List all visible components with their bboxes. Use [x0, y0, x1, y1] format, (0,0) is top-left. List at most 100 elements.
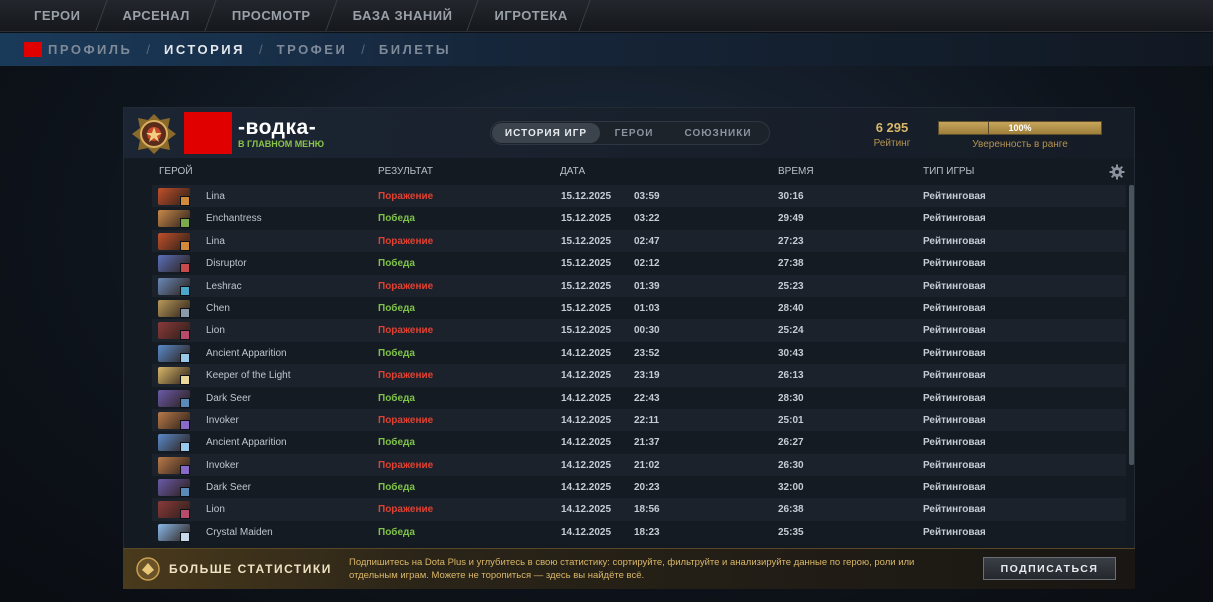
hero-name: Keeper of the Light [206, 370, 291, 382]
hero-role-icon [180, 397, 190, 408]
match-type: Рейтинговая [923, 280, 986, 292]
match-result: Победа [378, 347, 415, 359]
match-date: 14.12.2025 [561, 392, 612, 404]
match-date: 14.12.2025 [561, 504, 612, 516]
table-row[interactable]: Ancient Apparition Победа 14.12.2025 21:37 2… [152, 431, 1126, 454]
tab-allies[interactable]: СОЮЗНИКИ [668, 123, 768, 143]
table-row[interactable]: Chen Победа 15.12.2025 01:03 28:40 Рейтингова… [152, 296, 1126, 320]
match-start-time: 01:39 [634, 280, 660, 292]
table-row[interactable]: Lion Поражение 14.12.2025 18:56 26:38 Рейтинг… [152, 498, 1126, 521]
match-date: 15.12.2025 [561, 235, 612, 247]
match-date: 14.12.2025 [561, 347, 612, 359]
header-duration[interactable]: ВРЕМЯ [778, 166, 814, 177]
table-row[interactable]: Ancient Apparition Победа 14.12.2025 23:52 3… [152, 341, 1126, 365]
match-type: Рейтинговая [923, 392, 986, 404]
header-result[interactable]: РЕЗУЛЬТАТ [378, 166, 433, 177]
table-row[interactable]: Invoker Поражение 14.12.2025 21:02 26:30 Рейт… [152, 453, 1126, 477]
hero-name: Chen [206, 302, 230, 314]
match-type: Рейтинговая [923, 347, 986, 359]
promo-title: БОЛЬШЕ СТАТИСТИКИ [169, 562, 332, 576]
nav-watch[interactable]: ПРОСМОТР [210, 0, 331, 31]
table-row[interactable]: Lina Поражение 15.12.2025 03:59 30:16 Рейтинг… [152, 185, 1126, 208]
match-result: Поражение [378, 235, 434, 247]
subnav-tickets[interactable]: БИЛЕТЫ [379, 42, 451, 57]
hero-name: Invoker [206, 459, 239, 471]
match-start-time: 03:22 [634, 213, 660, 225]
breadcrumb-separator: / [259, 42, 263, 57]
match-type: Рейтинговая [923, 191, 986, 202]
subnav-profile[interactable]: ПРОФИЛЬ [48, 42, 132, 57]
nav-arcade[interactable]: ИГРОТЕКА [472, 0, 587, 31]
nav-heroes[interactable]: ГЕРОИ [0, 0, 101, 31]
tab-match-history[interactable]: ИСТОРИЯ ИГР [492, 123, 600, 143]
match-result: Победа [378, 392, 415, 404]
match-result: Победа [378, 258, 415, 270]
match-history-panel: -водка- В ГЛАВНОМ МЕНЮ ИСТОРИЯ ИГР ГЕРОИ… [123, 107, 1135, 589]
match-result: Победа [378, 302, 415, 314]
match-start-time: 18:23 [634, 526, 660, 538]
tab-heroes[interactable]: ГЕРОИ [600, 123, 668, 143]
header-hero[interactable]: ГЕРОЙ [159, 166, 193, 177]
match-date: 14.12.2025 [561, 370, 612, 382]
match-start-time: 01:03 [634, 302, 660, 314]
match-type: Рейтинговая [923, 437, 986, 449]
match-date: 15.12.2025 [561, 191, 612, 202]
match-duration: 30:43 [778, 347, 804, 359]
match-start-time: 00:30 [634, 325, 660, 337]
hero-role-icon [180, 352, 190, 363]
table-row[interactable]: Dark Seer Победа 14.12.2025 22:43 28:30 Рейти… [152, 386, 1126, 409]
table-row[interactable]: Keeper of the Light Поражение 14.12.2025 23… [152, 364, 1126, 387]
match-start-time: 23:52 [634, 347, 660, 359]
match-start-time: 23:19 [634, 370, 660, 382]
rank-confidence-bar: 100% [938, 121, 1102, 135]
match-list: Lina Поражение 15.12.2025 03:59 30:16 Рейтинг… [152, 185, 1126, 547]
hero-role-icon [180, 285, 190, 296]
table-row[interactable]: Disruptor Победа 15.12.2025 02:12 27:38 Рейти… [152, 252, 1126, 275]
hero-name: Dark Seer [206, 392, 252, 404]
match-start-time: 03:59 [634, 191, 660, 202]
table-row[interactable]: Lion Поражение 15.12.2025 00:30 25:24 Рейтинг… [152, 319, 1126, 342]
rank-confidence-percent: 100% [1008, 123, 1032, 133]
match-duration: 26:27 [778, 437, 804, 449]
hero-name: Disruptor [206, 258, 247, 270]
table-row[interactable]: Enchantress Победа 15.12.2025 03:22 29:49 Рей… [152, 207, 1126, 230]
match-duration: 25:35 [778, 526, 804, 538]
breadcrumb-separator: / [146, 42, 150, 57]
header-game-type[interactable]: ТИП ИГРЫ [923, 166, 974, 177]
match-date: 15.12.2025 [561, 280, 612, 292]
table-row[interactable]: Leshrac Поражение 15.12.2025 01:39 25:23 Рейт… [152, 274, 1126, 297]
match-result: Поражение [378, 191, 434, 202]
table-row[interactable]: Invoker Поражение 14.12.2025 22:11 25:01 Рейт… [152, 408, 1126, 432]
table-row[interactable]: Lina Поражение 15.12.2025 02:47 27:23 Рейтинг… [152, 229, 1126, 253]
nav-knowledge-base[interactable]: БАЗА ЗНАНИЙ [331, 0, 473, 31]
rank-medal-icon[interactable] [130, 112, 178, 156]
dota-plus-promo: БОЛЬШЕ СТАТИСТИКИ Подпишитесь на Dota Pl… [123, 548, 1135, 589]
match-duration: 26:30 [778, 459, 804, 471]
profile-avatar-mini [24, 42, 42, 57]
hero-name: Dark Seer [206, 482, 252, 494]
gear-icon[interactable] [1109, 164, 1125, 180]
header-date[interactable]: ДАТА [560, 166, 585, 177]
match-date: 14.12.2025 [561, 526, 612, 538]
hero-role-icon [180, 218, 190, 229]
match-date: 15.12.2025 [561, 302, 612, 314]
match-date: 14.12.2025 [561, 414, 612, 426]
hero-name: Crystal Maiden [206, 526, 273, 538]
match-result: Поражение [378, 325, 434, 337]
player-avatar[interactable] [184, 112, 232, 154]
match-type: Рейтинговая [923, 414, 986, 426]
nav-arsenal[interactable]: АРСЕНАЛ [101, 0, 210, 31]
match-duration: 28:40 [778, 302, 804, 314]
match-type: Рейтинговая [923, 213, 986, 225]
scrollbar[interactable] [1129, 185, 1134, 465]
table-row[interactable]: Dark Seer Победа 14.12.2025 20:23 32:00 Рейти… [152, 476, 1126, 499]
subnav-trophies[interactable]: ТРОФЕИ [277, 42, 348, 57]
match-type: Рейтинговая [923, 235, 986, 247]
hero-role-icon [180, 419, 190, 430]
table-row[interactable]: Crystal Maiden Победа 14.12.2025 18:23 25:35… [152, 520, 1126, 544]
subnav-history[interactable]: ИСТОРИЯ [164, 42, 245, 57]
subscribe-button[interactable]: ПОДПИСАТЬСЯ [983, 557, 1116, 580]
match-result: Поражение [378, 459, 434, 471]
hero-role-icon [180, 196, 190, 206]
promo-text: Подпишитесь на Dota Plus и углубитесь в … [349, 557, 915, 581]
